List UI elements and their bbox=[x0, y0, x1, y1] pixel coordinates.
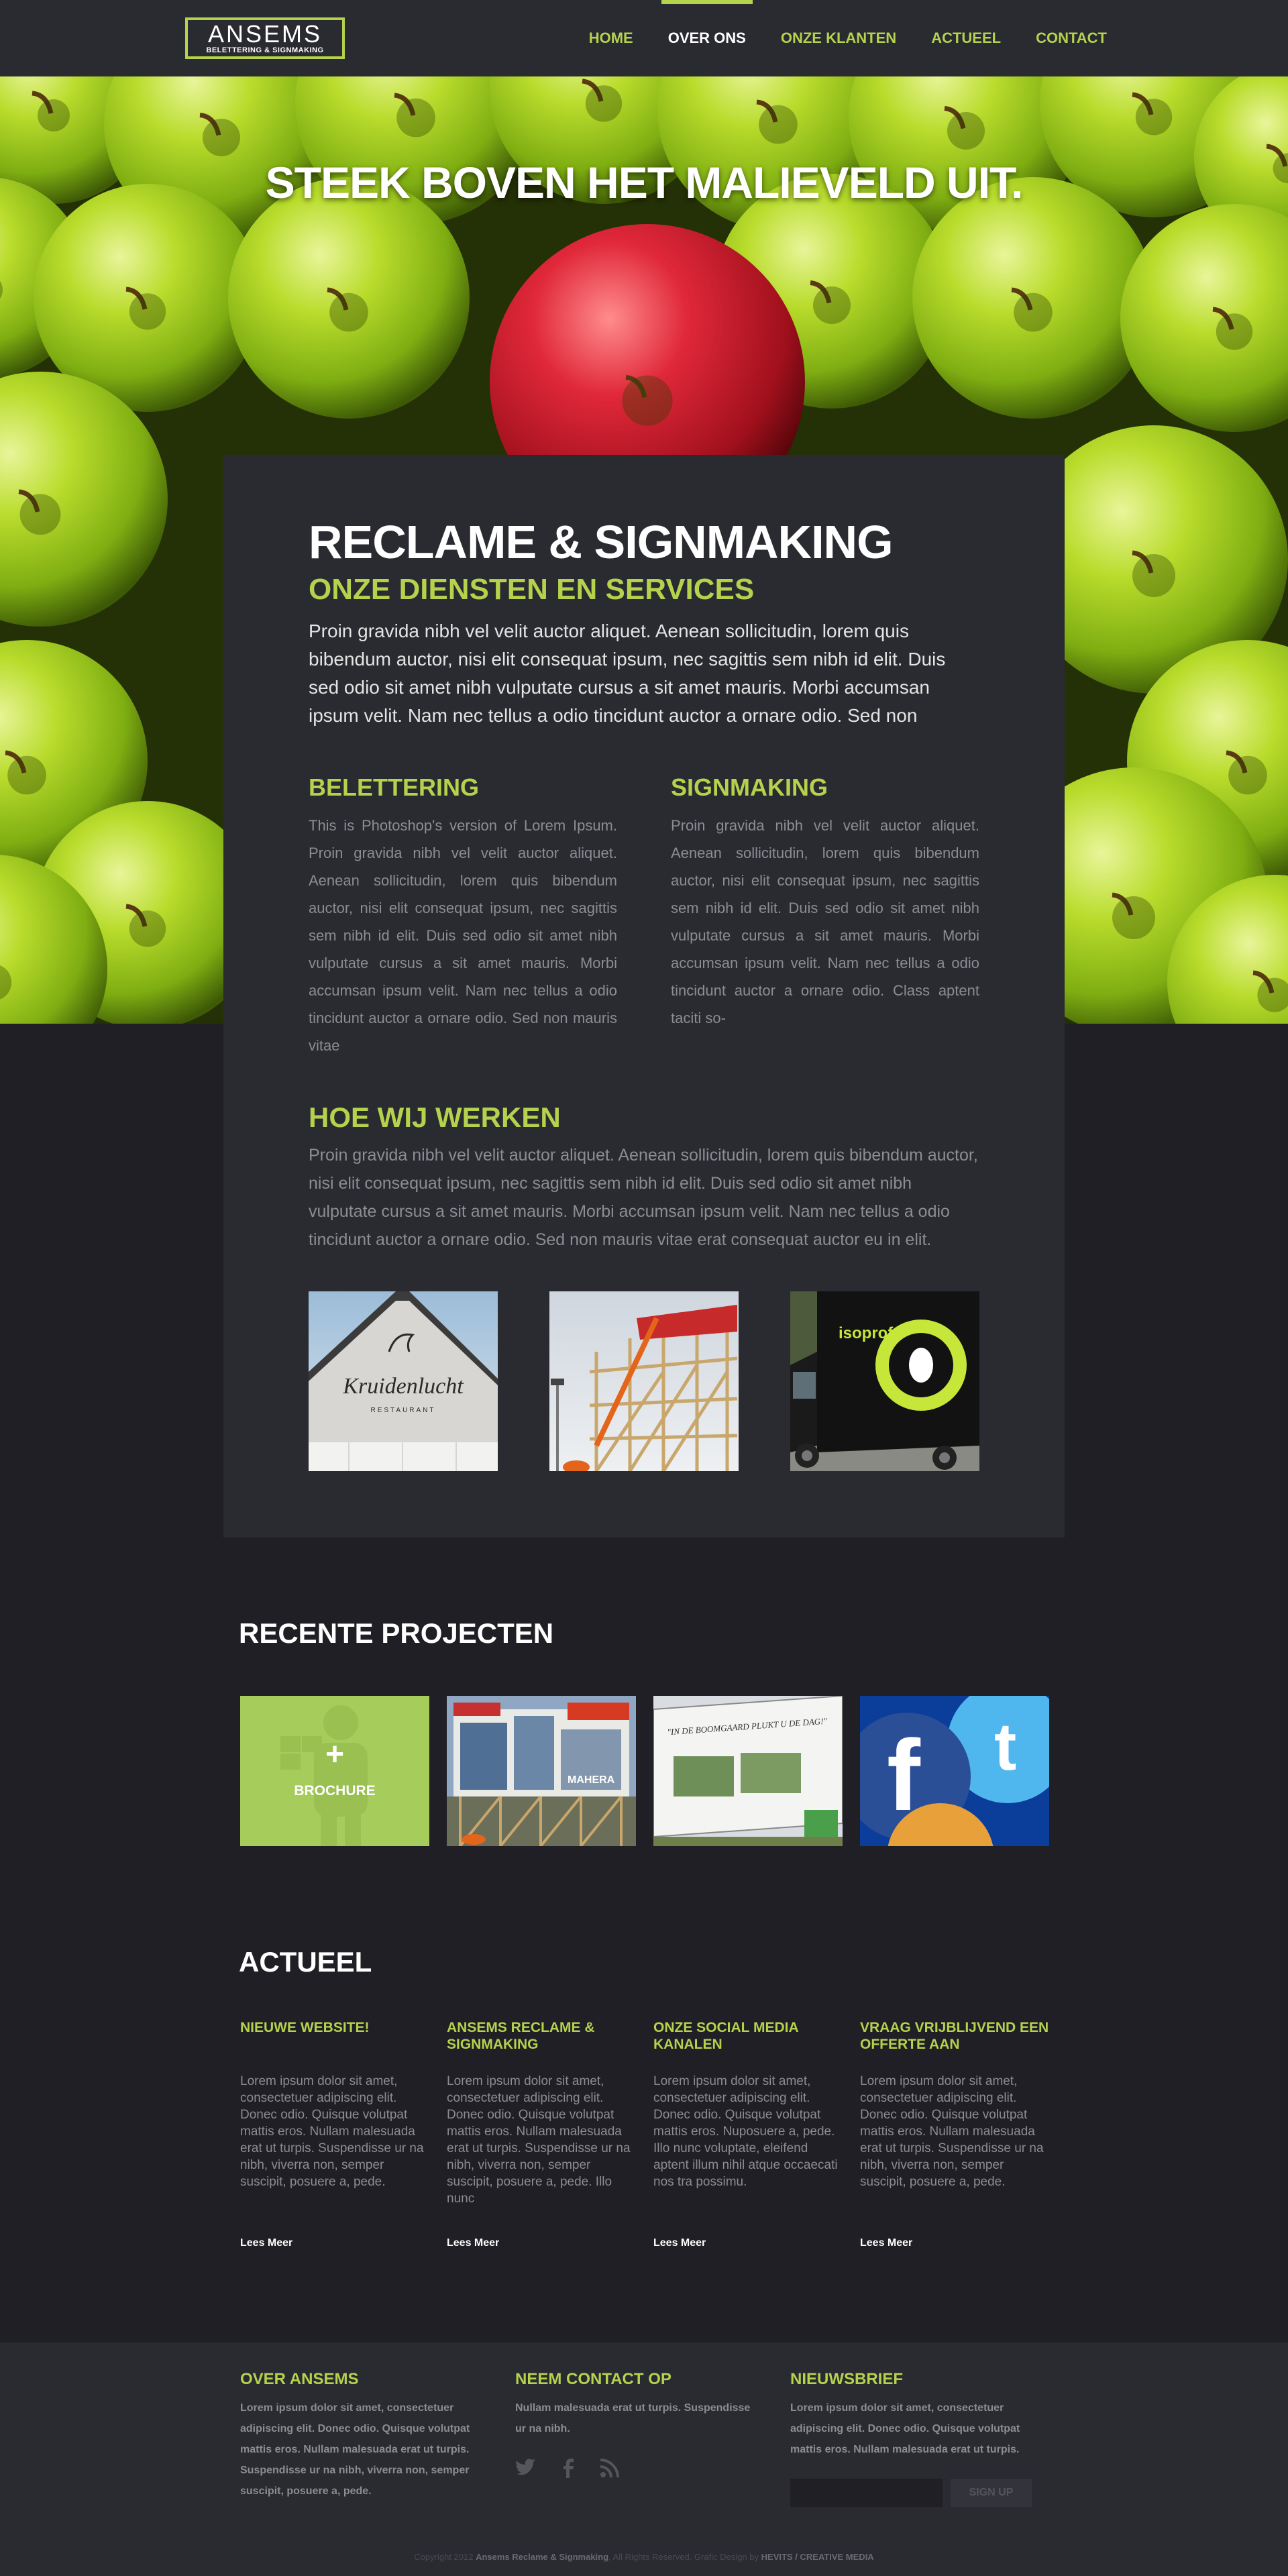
top-navigation-bar: ANSEMS BELETTERING & SIGNMAKING HOME OVE… bbox=[0, 0, 1288, 76]
facade-sign-subtext: RESTAURANT bbox=[370, 1407, 435, 1414]
newsletter-heading: NIEUWSBRIEF bbox=[790, 2370, 903, 2388]
facebook-icon[interactable] bbox=[557, 2457, 580, 2479]
copyright-line: Copyright 2012 Ansems Reclame & Signmaki… bbox=[0, 2552, 1288, 2562]
copyright-middle: , All Rights Reserved. Grafic Design by bbox=[608, 2552, 761, 2562]
project-billboard-text: MAHERA bbox=[568, 1774, 615, 1786]
project-tile-social-media[interactable]: f t bbox=[860, 1696, 1049, 1846]
copyright-company: Ansems Reclame & Signmaking bbox=[476, 2552, 609, 2562]
newsletter-email-input[interactable] bbox=[790, 2479, 943, 2507]
footer-contact-text: Nullam malesuada erat ut turpis. Suspend… bbox=[515, 2402, 751, 2434]
news-item-title[interactable]: ONZE SOCIAL MEDIA KANALEN bbox=[653, 2019, 843, 2073]
footer-about-heading: OVER ANSEMS bbox=[240, 2370, 359, 2388]
intro-paragraph: Proin gravida nibh vel velit auctor aliq… bbox=[309, 621, 946, 726]
logo-tagline: BELETTERING & SIGNMAKING bbox=[206, 46, 324, 54]
page-title: RECLAME & SIGNMAKING bbox=[309, 516, 894, 568]
read-more-link[interactable]: Lees Meer bbox=[240, 2237, 292, 2249]
facebook-logo-icon: f bbox=[887, 1719, 921, 1831]
nav-actueel[interactable]: ACTUEEL bbox=[931, 0, 1001, 76]
copyright-prefix: Copyright 2012 bbox=[414, 2552, 476, 2562]
footer-about-text: Lorem ipsum dolor sit amet, consectetuer… bbox=[240, 2402, 470, 2497]
project-tile-billboard-buildings[interactable]: MAHERA bbox=[447, 1696, 636, 1846]
signmaking-heading: SIGNMAKING bbox=[671, 773, 828, 801]
news-heading: ACTUEEL bbox=[239, 1946, 372, 1978]
how-we-work-text: Proin gravida nibh vel velit auctor aliq… bbox=[309, 1146, 978, 1249]
site-footer: OVER ANSEMS Lorem ipsum dolor sit amet, … bbox=[0, 2343, 1288, 2576]
newsletter-signup-button[interactable]: SIGN UP bbox=[951, 2479, 1032, 2507]
footer-newsletter: NIEUWSBRIEF Lorem ipsum dolor sit amet, … bbox=[790, 2369, 1032, 2507]
news-list: NIEUWE WEBSITE! Lorem ipsum dolor sit am… bbox=[240, 2019, 1049, 2254]
photo-scaffold-construction[interactable] bbox=[549, 1291, 739, 1471]
project-tile-orchard-billboard[interactable]: "IN DE BOOMGAARD PLUKT U DE DAG!" bbox=[653, 1696, 843, 1846]
brochure-tile[interactable]: + BROCHURE bbox=[240, 1696, 429, 1846]
news-item: NIEUWE WEBSITE! Lorem ipsum dolor sit am… bbox=[240, 2019, 429, 2254]
news-item: ANSEMS RECLAME & SIGNMAKING Lorem ipsum … bbox=[447, 2019, 636, 2254]
services-panel: RECLAME & SIGNMAKING ONZE DIENSTEN EN SE… bbox=[223, 455, 1065, 1538]
social-links bbox=[515, 2457, 757, 2479]
read-more-link[interactable]: Lees Meer bbox=[447, 2237, 499, 2249]
read-more-link[interactable]: Lees Meer bbox=[860, 2237, 912, 2249]
nav-contact[interactable]: CONTACT bbox=[1036, 0, 1107, 76]
page-subtitle: ONZE DIENSTEN EN SERVICES bbox=[309, 573, 755, 606]
hero-headline: STEEK BOVEN HET MALIEVELD UIT. bbox=[265, 158, 1024, 207]
photo-restaurant-facade[interactable]: Kruidenlucht RESTAURANT bbox=[309, 1291, 498, 1471]
newsletter-text: Lorem ipsum dolor sit amet, consectetuer… bbox=[790, 2402, 1020, 2455]
news-item-text: Lorem ipsum dolor sit amet, consectetuer… bbox=[653, 2074, 838, 2189]
news-item-title[interactable]: NIEUWE WEBSITE! bbox=[240, 2019, 429, 2073]
nav-home[interactable]: HOME bbox=[589, 0, 633, 76]
twitter-icon[interactable] bbox=[515, 2457, 538, 2479]
news-item-text: Lorem ipsum dolor sit amet, consectetuer… bbox=[860, 2074, 1044, 2189]
news-item-title[interactable]: ANSEMS RECLAME & SIGNMAKING bbox=[447, 2019, 636, 2073]
photo-branded-van[interactable]: isoprofs bbox=[790, 1291, 979, 1471]
nav-over-ons[interactable]: OVER ONS bbox=[661, 0, 753, 76]
recent-projects-grid: + BROCHURE MAHERA "IN DE BOOMGAARD PLUKT… bbox=[240, 1696, 1049, 1846]
footer-contact-heading: NEEM CONTACT OP bbox=[515, 2370, 672, 2388]
belettering-column: BELETTERING This is Photoshop's version … bbox=[309, 773, 617, 1059]
main-menu: HOME OVER ONS ONZE KLANTEN ACTUEEL CONTA… bbox=[589, 0, 1107, 76]
nav-onze-klanten[interactable]: ONZE KLANTEN bbox=[781, 0, 896, 76]
footer-contact: NEEM CONTACT OP Nullam malesuada erat ut… bbox=[515, 2369, 757, 2479]
footer-about: OVER ANSEMS Lorem ipsum dolor sit amet, … bbox=[240, 2369, 482, 2502]
read-more-link[interactable]: Lees Meer bbox=[653, 2237, 706, 2249]
twitter-logo-icon: t bbox=[994, 1709, 1016, 1784]
belettering-text: This is Photoshop's version of Lorem Ips… bbox=[309, 817, 617, 1054]
logo-wordmark: ANSEMS bbox=[207, 20, 323, 48]
belettering-heading: BELETTERING bbox=[309, 773, 480, 801]
news-item-text: Lorem ipsum dolor sit amet, consectetuer… bbox=[240, 2074, 424, 2189]
brochure-label: BROCHURE bbox=[294, 1783, 376, 1799]
signmaking-text: Proin gravida nibh vel velit auctor aliq… bbox=[671, 817, 979, 1026]
signmaking-column: SIGNMAKING Proin gravida nibh vel velit … bbox=[671, 773, 979, 1059]
brochure-plus-icon: + bbox=[325, 1737, 345, 1772]
news-item: ONZE SOCIAL MEDIA KANALEN Lorem ipsum do… bbox=[653, 2019, 843, 2254]
news-item-title[interactable]: VRAAG VRIJBLIJVEND EEN OFFERTE AAN bbox=[860, 2019, 1049, 2073]
news-item: VRAAG VRIJBLIJVEND EEN OFFERTE AAN Lorem… bbox=[860, 2019, 1049, 2254]
rss-icon[interactable] bbox=[598, 2457, 621, 2479]
news-item-text: Lorem ipsum dolor sit amet, consectetuer… bbox=[447, 2074, 631, 2206]
site-logo[interactable]: ANSEMS BELETTERING & SIGNMAKING bbox=[185, 17, 345, 59]
recent-projects-heading: RECENTE PROJECTEN bbox=[239, 1617, 554, 1649]
facade-sign-text: Kruidenlucht bbox=[342, 1374, 464, 1399]
van-brand-text: isoprofs bbox=[839, 1324, 902, 1342]
copyright-credit[interactable]: HEVITS / CREATIVE MEDIA bbox=[761, 2552, 874, 2562]
how-we-work-heading: HOE WIJ WERKEN bbox=[309, 1102, 561, 1133]
